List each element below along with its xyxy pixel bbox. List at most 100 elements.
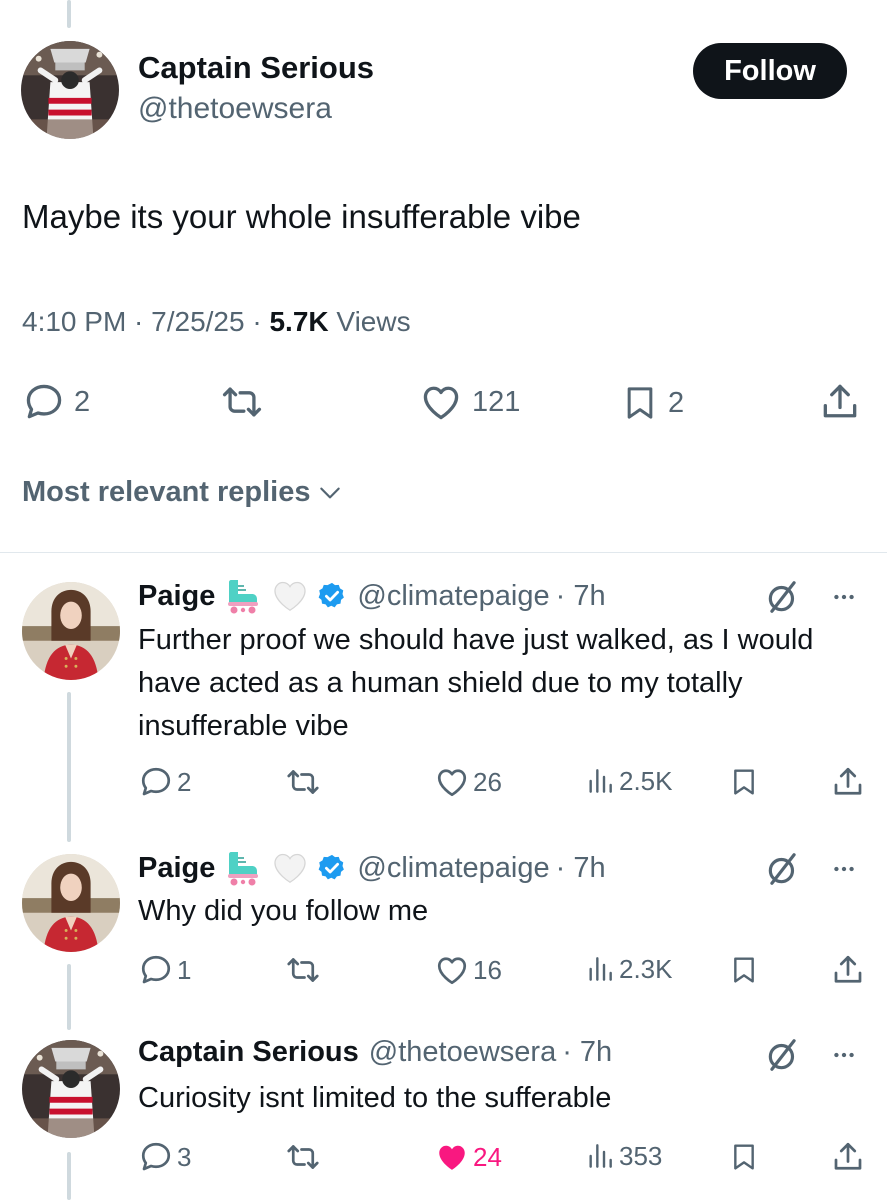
views-icon xyxy=(584,952,616,986)
retweet-icon xyxy=(284,952,322,988)
more-options-button[interactable] xyxy=(826,1042,862,1068)
user-handle[interactable]: @climatepaige xyxy=(357,852,549,885)
share-icon xyxy=(830,1139,866,1175)
like-icon xyxy=(434,952,470,988)
views-count: 2.5K xyxy=(619,765,673,796)
views-label: Views xyxy=(328,306,411,337)
bookmark-icon xyxy=(728,1139,760,1175)
reply-button[interactable]: 1 xyxy=(138,952,191,988)
display-name[interactable]: Captain Serious xyxy=(138,1036,359,1069)
avatar[interactable] xyxy=(22,854,120,952)
retweet-button[interactable] xyxy=(284,952,322,988)
retweet-button[interactable] xyxy=(284,764,322,800)
like-count: 121 xyxy=(472,385,521,418)
like-button[interactable]: 26 xyxy=(434,764,502,800)
views-count: 5.7K xyxy=(269,306,329,337)
roller-skate-icon xyxy=(223,848,263,888)
views-count: 353 xyxy=(619,1140,663,1171)
tweet-meta: 4:10 PM · 7/25/25 · 5.7K Views xyxy=(22,306,411,338)
avatar[interactable] xyxy=(21,41,119,139)
like-count: 24 xyxy=(473,1141,502,1172)
white-heart-icon xyxy=(271,849,309,887)
chevron-down-icon xyxy=(317,480,343,506)
more-options-button[interactable] xyxy=(826,584,862,610)
views-button[interactable]: 353 xyxy=(584,1139,662,1173)
tweet-text: Maybe its your whole insufferable vibe xyxy=(22,198,581,235)
reply-button[interactable]: 3 xyxy=(138,1139,191,1175)
bookmark-button[interactable] xyxy=(728,764,760,800)
retweet-icon xyxy=(218,380,266,424)
display-name[interactable]: Paige xyxy=(138,852,215,885)
share-button[interactable] xyxy=(830,1139,866,1175)
views-button[interactable]: 2.3K xyxy=(584,952,673,986)
user-handle[interactable]: @thetoewsera xyxy=(369,1036,556,1069)
grok-icon xyxy=(764,1036,802,1074)
tweet-timestamp[interactable]: 4:10 PM · 7/25/25 · xyxy=(22,306,269,337)
verified-badge-icon[interactable] xyxy=(317,581,347,611)
bookmark-button[interactable] xyxy=(728,952,760,988)
grok-button[interactable] xyxy=(764,850,802,888)
share-button[interactable] xyxy=(830,952,866,988)
views-icon xyxy=(584,764,616,798)
thread-line xyxy=(67,1152,71,1200)
reply-header: Paige @climatepaige · 7h xyxy=(138,848,606,888)
display-name[interactable]: Paige xyxy=(138,580,215,613)
reply-timestamp[interactable]: · 7h xyxy=(562,1036,612,1069)
grok-icon xyxy=(764,850,802,888)
bookmark-icon xyxy=(728,952,760,988)
like-button[interactable]: 16 xyxy=(434,952,502,988)
like-count: 16 xyxy=(473,954,502,985)
roller-skate-icon xyxy=(223,576,263,616)
more-options-button[interactable] xyxy=(826,856,862,882)
grok-button[interactable] xyxy=(764,578,802,616)
reply-icon xyxy=(138,764,174,800)
reply-count: 3 xyxy=(177,1141,192,1172)
views-button[interactable]: 2.5K xyxy=(584,764,673,798)
verified-badge-icon[interactable] xyxy=(317,853,347,883)
reply-text: Why did you follow me xyxy=(138,895,429,927)
thread-line xyxy=(67,692,71,842)
reply-header: Paige @climatepaige · 7h xyxy=(138,576,606,616)
bookmark-button[interactable]: 2 xyxy=(620,380,684,426)
reply-button[interactable]: 2 xyxy=(138,764,191,800)
user-handle[interactable]: @thetoewsera xyxy=(138,92,332,126)
divider xyxy=(0,552,887,553)
reply-count: 2 xyxy=(177,766,192,797)
follow-button[interactable]: Follow xyxy=(693,43,847,99)
reply-timestamp[interactable]: · 7h xyxy=(556,852,606,885)
retweet-button[interactable] xyxy=(284,1139,322,1175)
views-count: 2.3K xyxy=(619,953,673,984)
reply-icon xyxy=(22,380,66,424)
like-button[interactable]: 121 xyxy=(418,380,520,424)
liked-heart-icon xyxy=(434,1139,470,1175)
bookmark-icon xyxy=(620,380,660,426)
bookmark-button[interactable] xyxy=(728,1139,760,1175)
grok-icon xyxy=(764,578,802,616)
share-button[interactable] xyxy=(818,380,862,424)
reply-timestamp[interactable]: · 7h xyxy=(556,580,606,613)
avatar[interactable] xyxy=(22,582,120,680)
reply-header: Captain Serious @thetoewsera · 7h xyxy=(138,1036,612,1069)
display-name[interactable]: Captain Serious xyxy=(138,50,374,86)
bookmark-icon xyxy=(728,764,760,800)
share-icon xyxy=(830,764,866,800)
more-icon xyxy=(826,584,862,610)
thread-line xyxy=(67,964,71,1030)
like-button[interactable]: 24 xyxy=(434,1139,502,1175)
white-heart-icon xyxy=(271,577,309,615)
share-button[interactable] xyxy=(830,764,866,800)
more-icon xyxy=(826,1042,862,1068)
retweet-icon xyxy=(284,764,322,800)
avatar[interactable] xyxy=(22,1040,120,1138)
bookmark-count: 2 xyxy=(668,386,685,419)
grok-button[interactable] xyxy=(764,1036,802,1074)
reply-icon xyxy=(138,952,174,988)
like-icon xyxy=(434,764,470,800)
reply-text: Curiosity isnt limited to the sufferable xyxy=(138,1082,612,1114)
sort-replies-button[interactable]: Most relevant replies xyxy=(22,476,343,509)
user-handle[interactable]: @climatepaige xyxy=(357,580,549,613)
reply-button[interactable]: 2 xyxy=(22,380,90,424)
retweet-button[interactable] xyxy=(218,380,266,424)
like-count: 26 xyxy=(473,766,502,797)
more-icon xyxy=(826,856,862,882)
